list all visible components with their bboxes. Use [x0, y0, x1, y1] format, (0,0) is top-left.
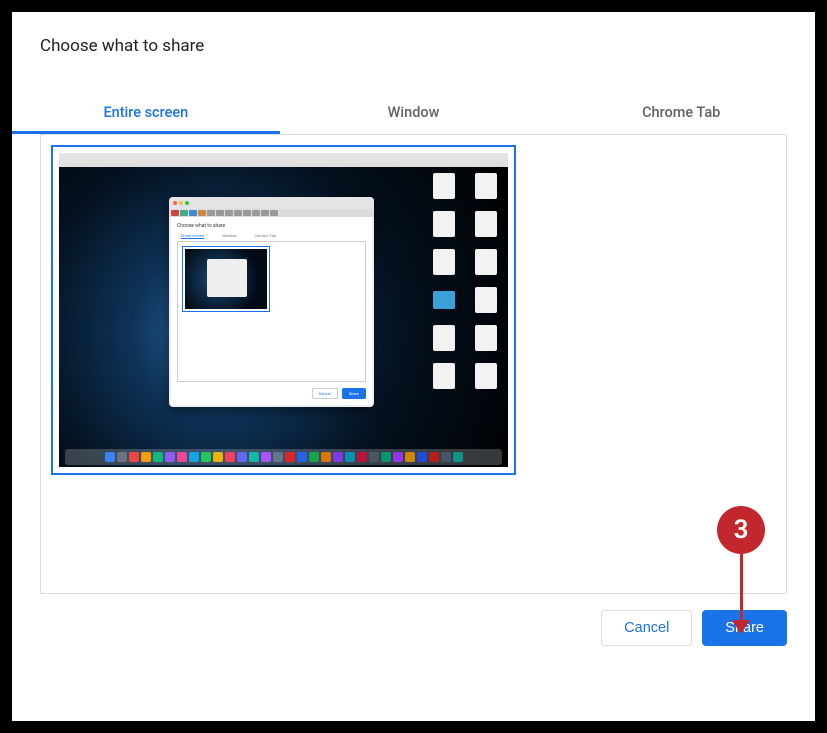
maximize-icon	[185, 201, 189, 205]
minimize-icon	[179, 201, 183, 205]
file-icon	[475, 287, 497, 313]
dialog-footer: Cancel Share	[12, 594, 815, 646]
nested-panel	[177, 241, 366, 382]
dock-app-icon	[453, 452, 463, 462]
nested-cancel-button: Cancel	[312, 388, 338, 399]
dock-app-icon	[309, 452, 319, 462]
tab-label: Window	[388, 104, 440, 121]
dock-app-icon	[189, 452, 199, 462]
dock-app-icon	[417, 452, 427, 462]
dock-app-icon	[297, 452, 307, 462]
nested-tabs: Entire screen Window Chrome Tab	[177, 233, 366, 241]
dock-app-icon	[165, 452, 175, 462]
file-icon	[475, 325, 497, 351]
dock-app-icon	[153, 452, 163, 462]
dock-app-icon	[369, 452, 379, 462]
file-icon	[433, 211, 455, 237]
dock-app-icon	[141, 452, 151, 462]
file-icon	[475, 173, 497, 199]
nested-share-button: Share	[342, 388, 366, 399]
share-options-panel: Choose what to share Entire screen Windo…	[40, 134, 787, 594]
file-icon	[433, 325, 455, 351]
dock-app-icon	[285, 452, 295, 462]
file-icon	[475, 211, 497, 237]
dock-app-icon	[225, 452, 235, 462]
dock-app-icon	[429, 452, 439, 462]
dialog-title: Choose what to share	[12, 12, 815, 56]
dock-app-icon	[321, 452, 331, 462]
dock-app-icon	[249, 452, 259, 462]
file-icon	[475, 249, 497, 275]
dock-app-icon	[117, 452, 127, 462]
nested-tab: Chrome Tab	[254, 233, 276, 239]
macos-menubar	[59, 153, 508, 167]
dock-app-icon	[333, 452, 343, 462]
tab-label: Entire screen	[103, 104, 188, 121]
dock-app-icon	[393, 452, 403, 462]
dock-app-icon	[345, 452, 355, 462]
file-icon	[433, 249, 455, 275]
share-button[interactable]: Share	[702, 610, 787, 646]
dock-app-icon	[177, 452, 187, 462]
file-icon	[433, 173, 455, 199]
nested-tab: Window	[222, 233, 236, 239]
nested-screen-thumb	[182, 246, 270, 312]
nested-share-dialog: Choose what to share Entire screen Windo…	[171, 217, 372, 405]
screen-preview-option[interactable]: Choose what to share Entire screen Windo…	[51, 145, 516, 475]
nested-titlebar	[169, 197, 374, 209]
tab-entire-screen[interactable]: Entire screen	[12, 94, 280, 133]
dock-app-icon	[381, 452, 391, 462]
close-icon	[173, 201, 177, 205]
tab-label: Chrome Tab	[642, 104, 720, 121]
nested-browser-tabs	[169, 209, 374, 217]
dock-app-icon	[261, 452, 271, 462]
dock-app-icon	[213, 452, 223, 462]
tab-bar: Entire screen Window Chrome Tab	[12, 94, 815, 134]
dock-app-icon	[237, 452, 247, 462]
file-icon	[475, 363, 497, 389]
cancel-button[interactable]: Cancel	[601, 610, 692, 646]
nested-browser-window: Choose what to share Entire screen Windo…	[169, 197, 374, 407]
screen-thumbnail: Choose what to share Entire screen Windo…	[59, 153, 508, 467]
macos-dock	[65, 449, 502, 465]
dock-app-icon	[129, 452, 139, 462]
desktop-background: Choose what to share Entire screen Windo…	[59, 167, 508, 467]
dock-app-icon	[405, 452, 415, 462]
tab-window[interactable]: Window	[280, 94, 548, 133]
dock-app-icon	[441, 452, 451, 462]
dock-app-icon	[273, 452, 283, 462]
nested-tab: Entire screen	[181, 233, 204, 239]
share-dialog: Choose what to share Entire screen Windo…	[12, 12, 815, 721]
tab-chrome-tab[interactable]: Chrome Tab	[547, 94, 815, 133]
dock-app-icon	[357, 452, 367, 462]
file-icon	[433, 363, 455, 389]
desktop-icons	[430, 173, 500, 391]
folder-icon	[433, 291, 455, 309]
nested-dialog-title: Choose what to share	[177, 223, 366, 229]
dock-app-icon	[201, 452, 211, 462]
dock-app-icon	[105, 452, 115, 462]
